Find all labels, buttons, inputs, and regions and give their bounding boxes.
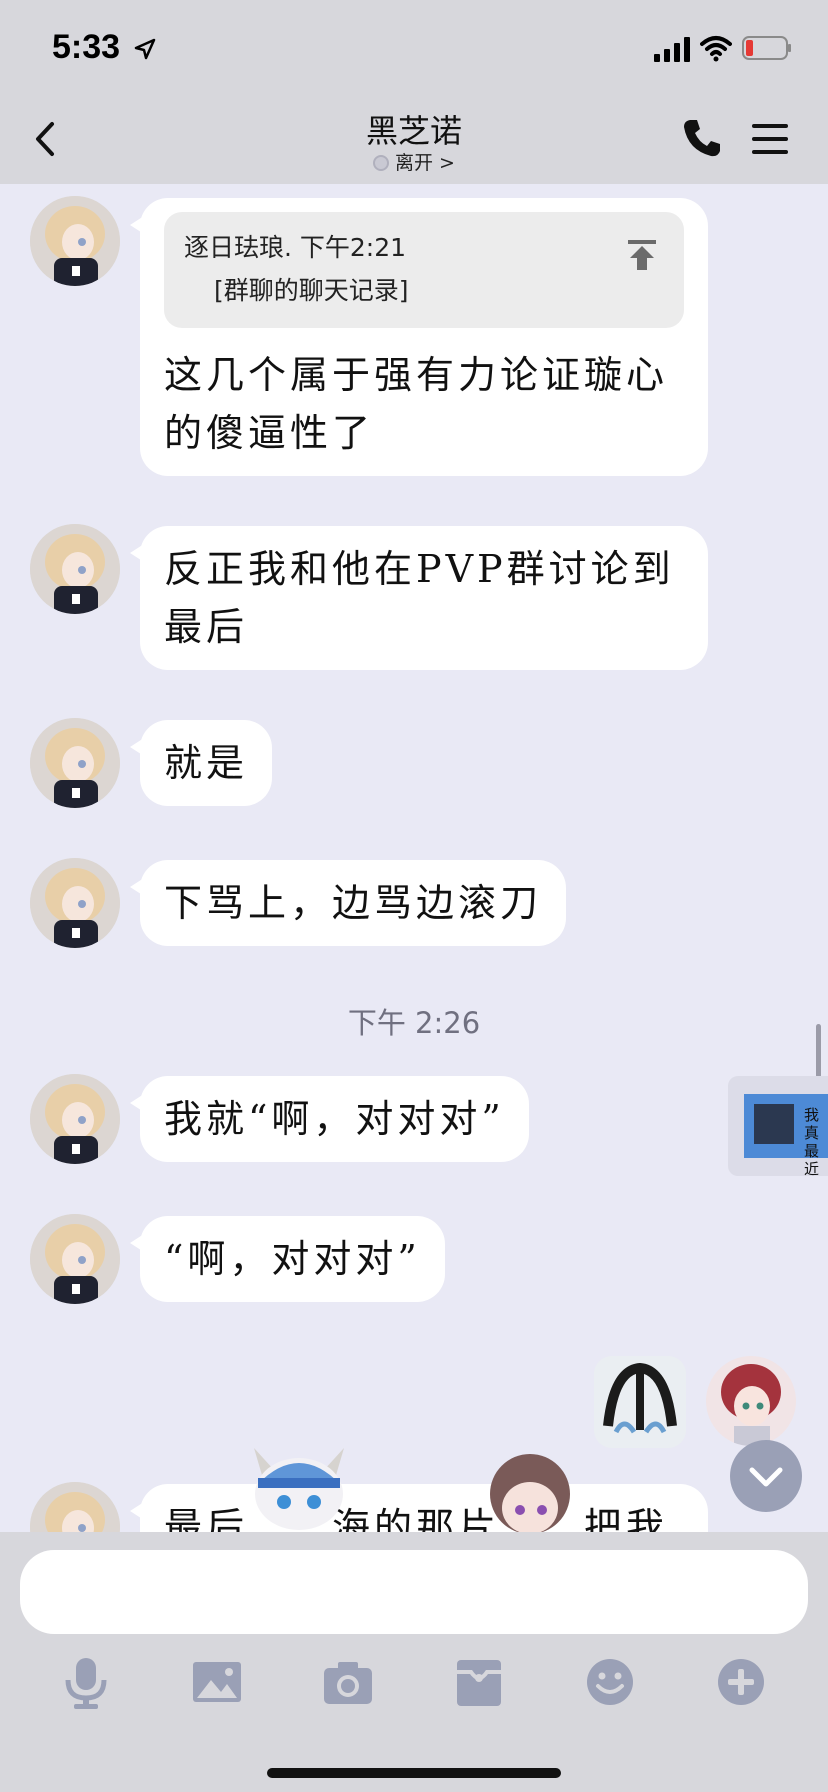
image-icon[interactable] <box>189 1654 245 1710</box>
scroll-indicator[interactable] <box>816 1024 821 1078</box>
message-input[interactable] <box>20 1550 808 1634</box>
message-bubble[interactable]: 就是 <box>129 720 273 806</box>
camera-icon[interactable] <box>320 1654 376 1710</box>
chat-header: 黑芝诺 离开 > <box>0 96 828 184</box>
plus-icon[interactable] <box>713 1654 769 1710</box>
media-subtitle: 最近 <box>804 1142 820 1178</box>
clock-icon <box>373 155 390 171</box>
message-bubble[interactable]: 我就“啊，对对对” <box>130 1076 529 1162</box>
avatar[interactable] <box>30 524 120 614</box>
character-emote-icon <box>490 1454 570 1532</box>
microphone-icon[interactable] <box>58 1654 114 1710</box>
status-bar: 5:33 <box>0 0 828 96</box>
location-arrow-icon <box>134 38 156 60</box>
avatar[interactable] <box>30 196 120 286</box>
avatar[interactable] <box>30 1482 120 1532</box>
time-separator: 下午 2:26 <box>347 1006 481 1040</box>
quote-header: 逐日珐琅. 下午2:21 <box>184 233 407 262</box>
message-bubble[interactable]: 逐日珐琅. 下午2:21 [群聊的聊天记录] 这几个属于强有力论证璇心的傻逼性了 <box>130 198 708 476</box>
avatar[interactable] <box>30 718 120 808</box>
character-emote-icon <box>254 1448 344 1530</box>
media-thumbnail: 我真 最近 <box>744 1094 828 1178</box>
jump-to-top-icon[interactable] <box>626 238 658 274</box>
emoji-icon[interactable] <box>582 1654 638 1710</box>
presence-label: 离开 > <box>395 152 455 174</box>
avatar[interactable] <box>30 1214 120 1304</box>
inbox-icon[interactable] <box>451 1654 507 1710</box>
avatar[interactable] <box>30 858 120 948</box>
battery-icon <box>742 36 791 60</box>
message-text: 下骂上，边骂边滚刀 <box>164 881 543 925</box>
quote-body: [群聊的聊天记录] <box>214 276 409 305</box>
avatar[interactable] <box>30 1074 120 1164</box>
floating-media-card[interactable]: 我真 最近 <box>728 1076 828 1178</box>
message-text: “啊，对对对” <box>164 1237 421 1281</box>
message-bubble[interactable]: “啊，对对对” <box>130 1216 445 1302</box>
wifi-icon <box>700 36 732 62</box>
home-indicator[interactable] <box>267 1768 561 1778</box>
message-text: 就是 <box>164 741 249 785</box>
media-title: 我真 <box>804 1106 820 1142</box>
my-avatar[interactable] <box>706 1356 796 1446</box>
message-text: 这几个属于强有力论证璇心的傻逼性了 <box>164 353 669 455</box>
cellular-signal-icon <box>654 37 690 62</box>
scroll-to-bottom-button[interactable] <box>730 1440 802 1512</box>
menu-button[interactable] <box>748 120 792 158</box>
message-bubble[interactable]: 下骂上，边骂边滚刀 <box>129 860 567 946</box>
phone-call-button[interactable] <box>680 116 724 160</box>
composer <box>0 1532 828 1792</box>
message-bubble[interactable]: 最后……海的那片……把我拉 <box>130 1484 708 1532</box>
chevron-down-icon <box>749 1467 783 1487</box>
status-time: 5:33 <box>52 28 121 66</box>
message-text: 我就“啊，对对对” <box>164 1097 505 1141</box>
message-list[interactable]: 逐日珐琅. 下午2:21 [群聊的聊天记录] 这几个属于强有力论证璇心的傻逼性了… <box>0 184 828 1532</box>
message-bubble[interactable]: 反正我和他在PVP群讨论到最后 <box>130 526 708 670</box>
message-text: 反正我和他在PVP群讨论到最后 <box>164 547 675 649</box>
sticker-message[interactable] <box>594 1356 686 1448</box>
quoted-message[interactable]: 逐日珐琅. 下午2:21 [群聊的聊天记录] <box>164 212 684 328</box>
